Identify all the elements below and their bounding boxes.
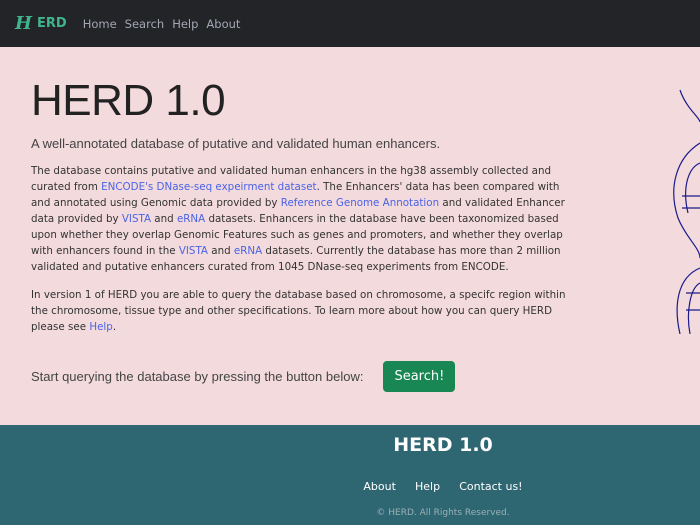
query-paragraph: In version 1 of HERD you are able to que… xyxy=(31,287,581,335)
description-paragraph: The database contains putative and valid… xyxy=(31,163,581,275)
footer-about[interactable]: About xyxy=(363,480,396,493)
logo-h: H xyxy=(15,13,33,34)
footer-title: HERD 1.0 xyxy=(393,434,493,456)
dna-illustration xyxy=(673,89,700,334)
logo-text: ERD xyxy=(37,16,67,31)
inline-link[interactable]: VISTA xyxy=(179,245,208,257)
cta-text: Start querying the database by pressing … xyxy=(31,369,364,384)
hero: HERD 1.0 A well-annotated database of pu… xyxy=(31,76,591,335)
inline-link[interactable]: Reference Genome Annotation xyxy=(281,197,439,209)
copyright: © HERD. All Rights Reserved. xyxy=(376,508,510,518)
search-button[interactable]: Search! xyxy=(383,361,456,392)
nav-search[interactable]: Search xyxy=(125,17,165,31)
footer-contact[interactable]: Contact us! xyxy=(459,480,522,493)
navbar: H ERD Home Search Help About xyxy=(0,0,700,47)
cta-section: Start querying the database by pressing … xyxy=(31,361,456,392)
footer: HERD 1.0 About Help Contact us! © HERD. … xyxy=(0,425,700,525)
paragraph-text: . xyxy=(112,321,117,333)
nav-home[interactable]: Home xyxy=(83,17,117,31)
paragraph-text: and xyxy=(151,213,177,225)
paragraph-text: and xyxy=(207,245,234,257)
inline-link[interactable]: Help xyxy=(89,321,112,333)
nav-help[interactable]: Help xyxy=(172,17,198,31)
inline-link[interactable]: eRNA xyxy=(177,213,205,225)
inline-link[interactable]: VISTA xyxy=(122,213,151,225)
footer-help[interactable]: Help xyxy=(415,480,440,493)
inline-link[interactable]: ENCODE's DNase-seq expeirment dataset xyxy=(101,181,316,193)
inline-link[interactable]: eRNA xyxy=(234,245,262,257)
lead-text: A well-annotated database of putative an… xyxy=(31,136,441,151)
page-title: HERD 1.0 xyxy=(31,76,226,125)
nav-about[interactable]: About xyxy=(206,17,240,31)
logo[interactable]: H ERD xyxy=(15,13,67,34)
